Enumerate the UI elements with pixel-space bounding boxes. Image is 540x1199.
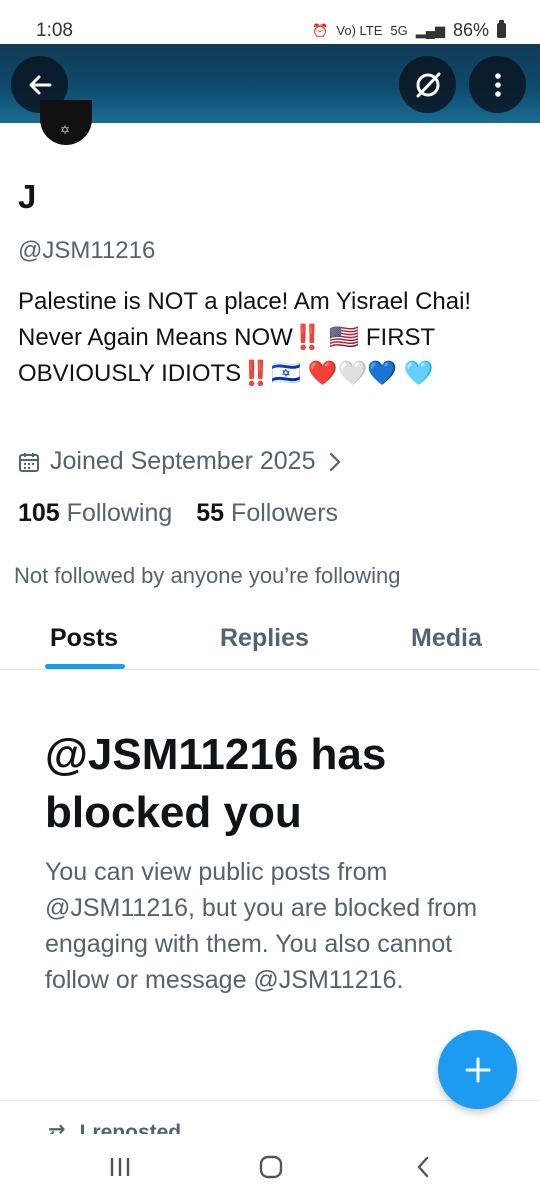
blocked-title: @JSM11216 has blocked you	[45, 730, 387, 837]
profile-handle: @JSM11216	[18, 237, 156, 264]
following-label: Following	[66, 499, 173, 527]
tab-posts[interactable]: Posts	[50, 624, 118, 653]
signal-icon: ▂▄▆	[415, 23, 445, 38]
more-vertical-icon	[494, 72, 501, 97]
grok-button[interactable]	[399, 56, 456, 113]
active-tab-indicator	[45, 664, 125, 669]
recents-button[interactable]	[105, 1152, 135, 1182]
repost-indicator: ⇄ Lreposted	[48, 1120, 181, 1134]
alarm-icon: ⏰	[312, 23, 329, 38]
follow-stats: 105 Following 55 Followers	[18, 499, 362, 528]
followers-label: Followers	[231, 499, 339, 527]
5g-icon: 5G	[390, 23, 408, 38]
following-count: 105	[18, 499, 60, 527]
status-bar: 1:08 ⏰ Vo) LTE 5G ▂▄▆ 86%	[0, 0, 540, 44]
compose-post-button[interactable]	[438, 1030, 517, 1109]
volte-icon: Vo) LTE	[336, 23, 383, 38]
status-time: 1:08	[36, 20, 73, 41]
home-button[interactable]	[256, 1152, 286, 1182]
more-options-button[interactable]	[469, 56, 526, 113]
avatar[interactable]: ✡	[40, 100, 92, 145]
chevron-right-icon	[330, 452, 342, 471]
arrow-left-icon	[29, 75, 51, 94]
profile-bio: Palestine is NOT a place! Am Yisrael Cha…	[18, 288, 472, 387]
tab-replies[interactable]: Replies	[220, 624, 309, 653]
recents-icon	[110, 1158, 130, 1176]
battery-level: 86%	[452, 20, 489, 40]
blocked-message: You can view public posts from @JSM11216…	[45, 858, 478, 994]
system-back-button[interactable]	[408, 1152, 438, 1182]
following-link[interactable]: 105 Following	[18, 499, 172, 528]
followers-count: 55	[196, 499, 225, 527]
not-followed-notice: Not followed by anyone you’re following	[14, 563, 401, 588]
repost-label: Lreposted	[79, 1121, 182, 1134]
status-indicators: ⏰ Vo) LTE 5G ▂▄▆ 86%	[312, 20, 506, 41]
profile-tabs: Posts Replies Media	[0, 612, 540, 670]
tab-media[interactable]: Media	[411, 624, 482, 653]
joined-date-text: Joined September 2025	[50, 447, 316, 475]
star-of-david-icon: ✡	[60, 123, 71, 137]
plus-icon	[465, 1057, 490, 1082]
grok-icon	[416, 72, 440, 97]
system-nav-bar	[0, 1134, 540, 1199]
repost-icon: ⇄	[48, 1121, 66, 1134]
calendar-icon	[19, 452, 39, 472]
joined-date-row[interactable]: Joined September 2025	[18, 447, 342, 476]
followers-link[interactable]: 55 Followers	[196, 499, 338, 528]
battery-icon	[497, 20, 506, 38]
home-icon	[259, 1155, 283, 1179]
chevron-left-icon	[417, 1156, 429, 1178]
profile-name: J	[18, 178, 37, 215]
